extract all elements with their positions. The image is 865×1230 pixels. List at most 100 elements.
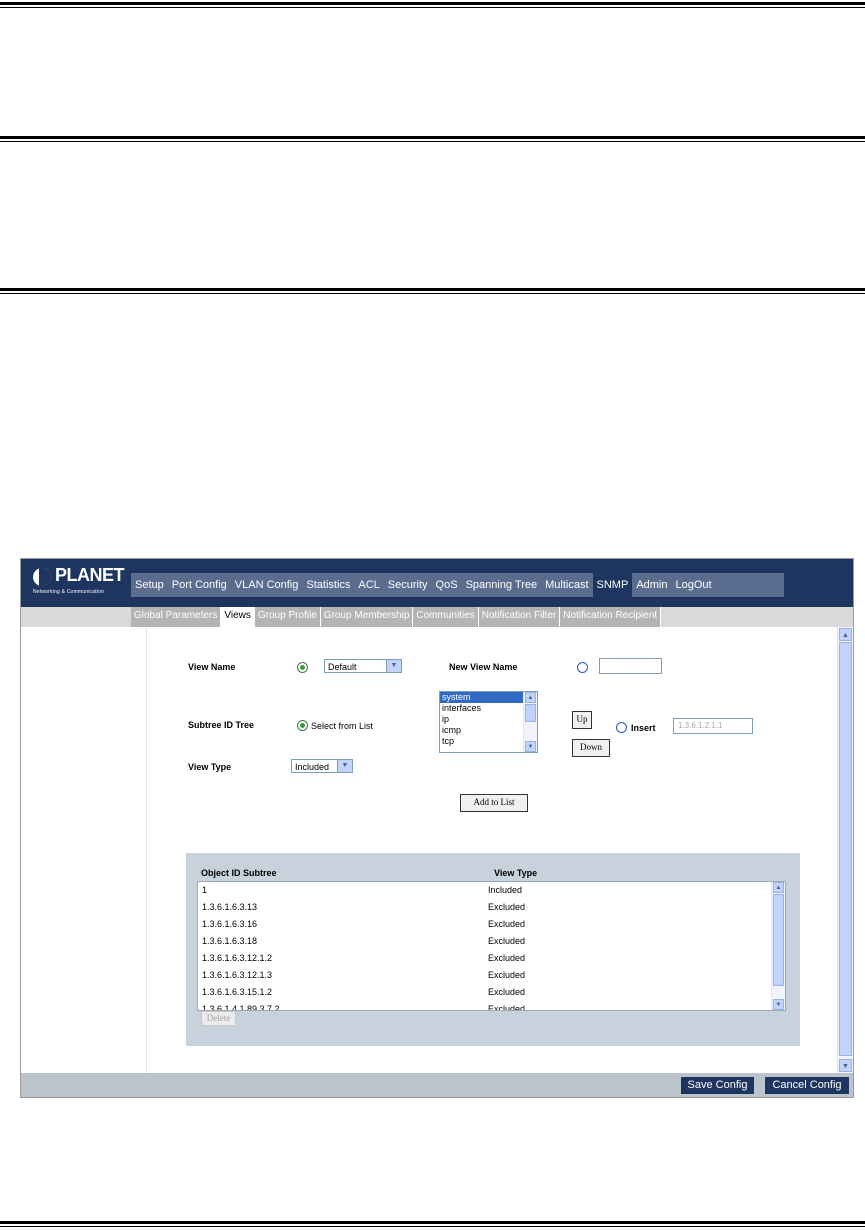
menu-item-security[interactable]: Security (384, 573, 432, 597)
subtree-option[interactable]: icmp (440, 725, 525, 736)
cell-subtree: 1.3.6.1.6.3.18 (202, 936, 258, 946)
cell-view-type: Excluded (488, 953, 526, 963)
subtree-table-panel: Object ID Subtree View Type 1 Included 1.3… (186, 853, 800, 1046)
table-row[interactable]: 1.3.6.1.6.3.13 Excluded (198, 899, 773, 916)
col-object-id-subtree: Object ID Subtree (201, 868, 277, 878)
main-menu: Setup Port Config VLAN Config Statistics ACL… (131, 573, 784, 597)
menu-item-qos[interactable]: QoS (432, 573, 462, 597)
menu-item-multicast[interactable]: Multicast (541, 573, 592, 597)
cell-subtree: 1.3.6.1.6.3.12.1.3 (202, 970, 273, 980)
menu-item-admin[interactable]: Admin (632, 573, 671, 597)
table-row[interactable]: 1.3.6.1.6.3.15.1.2 Excluded (198, 984, 773, 1001)
cancel-config-button[interactable]: Cancel Config (765, 1077, 849, 1094)
tab-global-parameters[interactable]: Global Parameters (131, 607, 222, 627)
scroll-up-icon[interactable]: ▲ (839, 628, 852, 641)
view-name-radio[interactable] (297, 662, 308, 673)
tab-group-membership[interactable]: Group Membership (320, 607, 414, 627)
cell-subtree: 1.3.6.1.6.3.15.1.2 (202, 987, 273, 997)
brand-tagline: Networking & Communication (33, 589, 105, 595)
view-type-select[interactable]: Included ▼ (291, 759, 353, 773)
cell-view-type: Excluded (488, 936, 526, 946)
view-name-value: Default (328, 662, 357, 672)
chevron-down-icon[interactable]: ▼ (386, 660, 401, 672)
table-body: 1 Included 1.3.6.1.6.3.13 Excluded 1.3.6.1.6… (197, 881, 786, 1011)
scroll-thumb[interactable] (525, 704, 536, 722)
cell-view-type: Excluded (488, 987, 526, 997)
view-name-label: View Name (188, 662, 236, 672)
planet-logo-icon (33, 568, 51, 586)
page-scrollbar[interactable]: ▲ ▼ (837, 627, 853, 1073)
top-bar: PLANET Networking & Communication Setup P… (21, 559, 853, 607)
cell-subtree: 1.3.6.1.6.3.16 (202, 919, 258, 929)
select-from-list-label: Select from List (311, 721, 374, 731)
menu-item-snmp[interactable]: SNMP (592, 573, 633, 597)
subtree-option[interactable]: tcp (440, 736, 525, 747)
scroll-down-icon[interactable]: ▼ (525, 741, 536, 752)
menu-item-statistics[interactable]: Statistics (302, 573, 354, 597)
save-config-button[interactable]: Save Config (681, 1077, 754, 1094)
cell-view-type: Included (488, 885, 523, 895)
new-view-name-input[interactable] (599, 658, 662, 674)
subtree-id-label: Subtree ID Tree (188, 720, 255, 730)
cell-subtree: 1.3.6.1.4.1.89.3.7.2 (202, 1004, 280, 1011)
cell-subtree: 1.3.6.1.6.3.12.1.2 (202, 953, 273, 963)
insert-oid-input[interactable]: 1.3.6.1.2.1.1 (673, 718, 753, 734)
chevron-down-icon[interactable]: ▼ (337, 760, 352, 772)
tab-group-profile[interactable]: Group Profile (254, 607, 321, 627)
insert-radio[interactable] (616, 722, 627, 733)
page-rule-top (0, 2, 865, 8)
table-row[interactable]: 1.3.6.1.4.1.89.3.7.2 Excluded (198, 1001, 773, 1011)
footer-bar: Save Config Cancel Config (21, 1073, 853, 1097)
down-button[interactable]: Down (572, 739, 610, 757)
scroll-up-icon[interactable]: ▲ (525, 692, 536, 703)
scroll-down-icon[interactable]: ▼ (773, 999, 784, 1010)
cell-subtree: 1 (202, 885, 208, 895)
page-rule-bottom (0, 1221, 865, 1227)
menu-item-logout[interactable]: LogOut (672, 573, 716, 597)
new-view-name-radio[interactable] (577, 662, 588, 673)
menu-item-setup[interactable]: Setup (131, 573, 168, 597)
insert-label: Insert (631, 723, 656, 733)
page-rule-section (0, 288, 865, 294)
subtree-option[interactable]: interfaces (440, 703, 525, 714)
scroll-thumb[interactable] (839, 642, 852, 1056)
table-row[interactable]: 1 Included (198, 882, 773, 899)
cell-subtree: 1.3.6.1.6.3.13 (202, 902, 258, 912)
scroll-thumb[interactable] (773, 894, 784, 986)
add-to-list-button[interactable]: Add to List (460, 794, 528, 812)
menu-item-port-config[interactable]: Port Config (168, 573, 231, 597)
menu-item-spanning-tree[interactable]: Spanning Tree (462, 573, 542, 597)
col-view-type: View Type (494, 868, 538, 878)
scroll-up-icon[interactable]: ▲ (773, 882, 784, 893)
subtree-option[interactable]: system (440, 692, 525, 703)
brand-logo: PLANET Networking & Communication (21, 559, 131, 607)
cell-view-type: Excluded (488, 919, 526, 929)
listbox-scrollbar[interactable]: ▲ ▼ (523, 692, 537, 752)
tab-notification-filter[interactable]: Notification Filter (478, 607, 561, 627)
table-header: Object ID Subtree View Type (186, 853, 800, 881)
delete-button[interactable]: Delete (201, 1011, 236, 1026)
table-row[interactable]: 1.3.6.1.6.3.12.1.3 Excluded (198, 967, 773, 984)
up-button[interactable]: Up (572, 711, 592, 729)
menu-item-acl[interactable]: ACL (354, 573, 383, 597)
cell-view-type: Excluded (488, 1004, 526, 1011)
tab-views[interactable]: Views (221, 607, 255, 627)
table-row[interactable]: 1.3.6.1.6.3.18 Excluded (198, 933, 773, 950)
table-row[interactable]: 1.3.6.1.6.3.16 Excluded (198, 916, 773, 933)
view-type-label: View Type (188, 762, 232, 772)
table-row[interactable]: 1.3.6.1.6.3.12.1.2 Excluded (198, 950, 773, 967)
subtree-listbox[interactable]: system interfaces ip icmp tcp ▲ ▼ (439, 691, 538, 753)
new-view-name-label: New View Name (449, 662, 518, 672)
view-name-select[interactable]: Default ▼ (324, 659, 402, 673)
tab-communities[interactable]: Communities (413, 607, 479, 627)
subtree-option[interactable]: ip (440, 714, 525, 725)
select-from-list-radio[interactable] (297, 720, 308, 731)
table-scrollbar[interactable]: ▲ ▼ (771, 882, 785, 1010)
menu-item-vlan-config[interactable]: VLAN Config (231, 573, 303, 597)
tab-notification-recipient[interactable]: Notification Recipient (560, 607, 662, 627)
views-content: View Name Default ▼ New View Name Subtre… (21, 627, 837, 1073)
cell-view-type: Excluded (488, 970, 526, 980)
page-rule-header (0, 136, 865, 142)
view-type-value: Included (295, 762, 330, 772)
scroll-down-icon[interactable]: ▼ (839, 1059, 852, 1072)
